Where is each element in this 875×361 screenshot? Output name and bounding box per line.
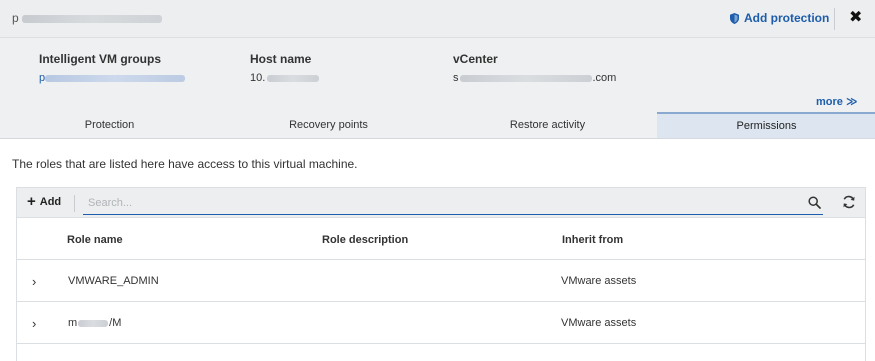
- close-icon[interactable]: ✖: [849, 9, 862, 27]
- plus-icon: +: [27, 193, 36, 210]
- host-column: Host name 10.: [250, 52, 320, 84]
- roles-table: Role name Role description Inherit from …: [16, 218, 866, 361]
- vcenter-column: vCenter s .com: [453, 52, 616, 84]
- role-name-suffix: /M: [109, 317, 122, 329]
- redacted-vcenter: [459, 74, 592, 82]
- vm-info-section: Intelligent VM groups p Host name 10. vC…: [0, 38, 875, 112]
- redacted-role-name: [78, 319, 109, 327]
- vm-title: p: [12, 11, 162, 25]
- host-value: 10.: [250, 72, 320, 84]
- redacted-groups: [45, 74, 186, 82]
- redacted-vm-name: [21, 14, 162, 23]
- vcenter-label: vCenter: [453, 52, 498, 66]
- groups-label: Intelligent VM groups: [39, 52, 161, 66]
- role-name-text: VMWARE_ADMIN: [68, 275, 159, 287]
- vm-title-text: p: [12, 11, 19, 25]
- tab-recovery-points[interactable]: Recovery points: [219, 112, 438, 138]
- inherit-from-cell: VMware assets: [561, 275, 637, 287]
- groups-column: Intelligent VM groups p: [39, 52, 186, 84]
- tab-permissions[interactable]: Permissions: [657, 112, 875, 138]
- vcenter-value-suffix: .com: [592, 72, 617, 84]
- search-input[interactable]: [83, 192, 823, 215]
- tab-restore-activity[interactable]: Restore activity: [438, 112, 657, 138]
- add-protection-button[interactable]: Add protection: [730, 11, 829, 25]
- header-divider: [834, 8, 835, 30]
- more-link[interactable]: more ≫: [816, 95, 857, 108]
- table-header: Role name Role description Inherit from: [17, 218, 865, 260]
- column-role-description[interactable]: Role description: [322, 234, 408, 246]
- add-role-button[interactable]: + Add: [27, 193, 62, 210]
- column-role-name[interactable]: Role name: [67, 234, 123, 246]
- table-row[interactable]: › VMWARE_ADMIN VMware assets: [17, 260, 865, 302]
- panel-header: p Add protection ✖: [0, 0, 875, 38]
- role-name-cell: VMWARE_ADMIN: [68, 275, 159, 287]
- role-name-cell: m/M: [68, 317, 121, 329]
- column-inherit-from[interactable]: Inherit from: [562, 234, 623, 246]
- refresh-icon[interactable]: [842, 195, 856, 209]
- add-protection-label: Add protection: [744, 11, 830, 25]
- role-name-prefix: m: [68, 317, 78, 329]
- inherit-from-cell: VMware assets: [561, 317, 637, 329]
- table-row[interactable]: › m/M VMware assets: [17, 302, 865, 344]
- redacted-host: [267, 74, 320, 82]
- toolbar-divider: [74, 195, 75, 212]
- chevron-right-icon[interactable]: ›: [32, 316, 36, 331]
- search-icon[interactable]: [808, 196, 821, 209]
- tab-bar: Protection Recovery points Restore activ…: [0, 112, 875, 139]
- tab-protection[interactable]: Protection: [0, 112, 219, 138]
- permissions-description: The roles that are listed here have acce…: [12, 157, 358, 171]
- table-toolbar: + Add: [16, 187, 866, 218]
- groups-value-link[interactable]: p: [39, 72, 186, 84]
- vcenter-value-prefix: s: [453, 72, 459, 84]
- host-value-text: 10.: [250, 72, 266, 84]
- shield-icon: [730, 12, 739, 24]
- chevron-right-icon[interactable]: ›: [32, 274, 36, 289]
- vcenter-value: s .com: [453, 72, 616, 84]
- add-label: Add: [39, 196, 62, 208]
- host-label: Host name: [250, 52, 312, 66]
